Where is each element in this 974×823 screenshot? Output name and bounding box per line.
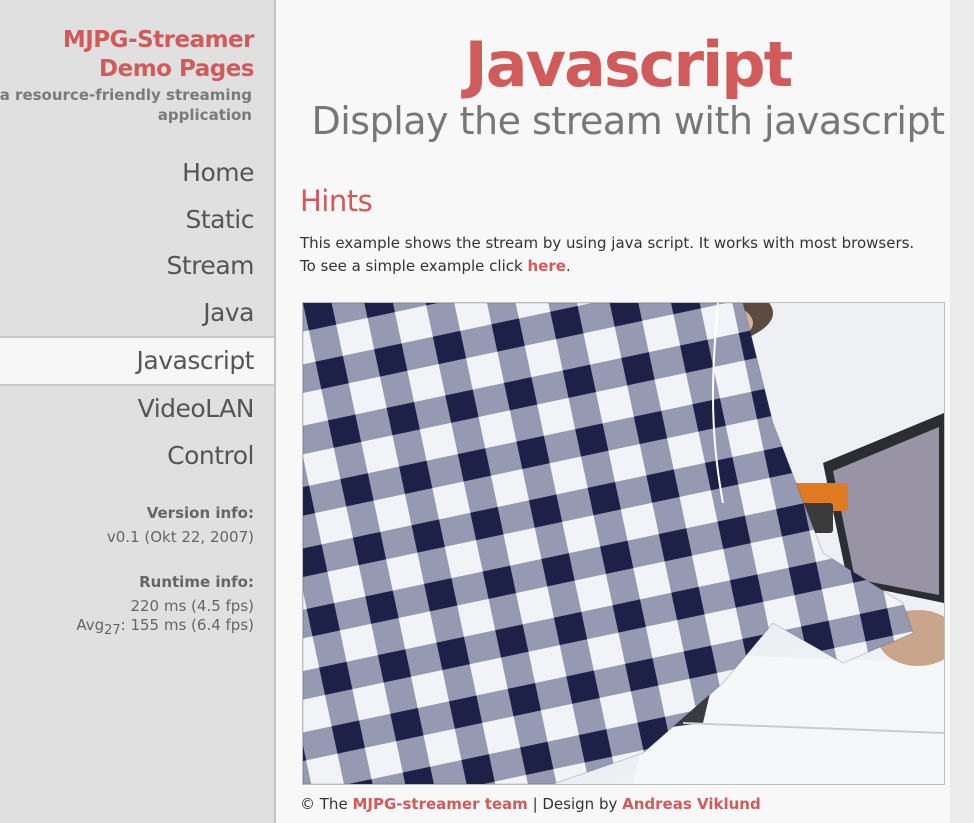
footer-separator: | Design by (527, 795, 623, 813)
runtime-info: Runtime info: 220 ms (4.5 fps) Avg27: 15… (76, 573, 254, 640)
nav-item-java[interactable]: Java (0, 290, 274, 337)
avg-label: Avg (76, 616, 105, 634)
brand-title-line2[interactable]: Demo Pages (63, 55, 254, 84)
page-title: Javascript (464, 28, 794, 101)
designer-link[interactable]: Andreas Viklund (622, 795, 761, 813)
brand-title[interactable]: MJPG-Streamer Demo Pages (63, 26, 255, 84)
hint-line-2: To see a simple example click here. (300, 255, 950, 278)
version-info-value: v0.1 (Okt 22, 2007) (106, 528, 254, 546)
nav-item-control[interactable]: Control (0, 433, 274, 480)
version-info: Version info: v0.1 (Okt 22, 2007) (107, 504, 254, 547)
hints-paragraph: This example shows the stream by using j… (300, 232, 950, 278)
avg-value: : 155 ms (6.4 fps) (120, 616, 254, 634)
page: MJPG-Streamer Demo Pages a resource-frie… (0, 0, 974, 823)
hints-heading: Hints (300, 184, 373, 218)
hint-line-1: This example shows the stream by using j… (300, 234, 915, 252)
page-subtitle: Display the stream with javascript (311, 99, 945, 143)
main-content: Javascript Display the stream with javas… (276, 0, 950, 823)
footer-copyright: © The (300, 795, 353, 813)
hint-line-2-suffix: . (565, 257, 571, 275)
nav-item-videolan[interactable]: VideoLAN (0, 386, 274, 433)
brand-tagline: a resource-friendly streaming applicatio… (0, 86, 252, 124)
footer: © The MJPG-streamer team | Design by And… (300, 795, 761, 813)
webcam-stream-image (302, 302, 945, 785)
brand-title-line1[interactable]: MJPG-Streamer (63, 26, 255, 55)
sidebar: MJPG-Streamer Demo Pages a resource-frie… (0, 0, 276, 823)
avg-count: 27 (104, 623, 121, 638)
runtime-info-current: 220 ms (4.5 fps) (130, 597, 254, 615)
runtime-info-average: Avg27: 155 ms (6.4 fps) (76, 616, 254, 640)
nav-item-stream[interactable]: Stream (0, 243, 274, 290)
nav-item-static[interactable]: Static (0, 197, 274, 244)
right-margin (950, 0, 974, 823)
nav-item-javascript[interactable]: Javascript (0, 336, 274, 386)
runtime-info-heading: Runtime info: (139, 573, 254, 591)
simple-example-link[interactable]: here (527, 257, 565, 275)
team-link[interactable]: MJPG-streamer team (352, 795, 527, 813)
version-info-heading: Version info: (146, 504, 254, 522)
hint-line-2-prefix: To see a simple example click (300, 257, 528, 275)
main-nav: Home Static Stream Java Javascript Video… (0, 150, 274, 479)
nav-item-home[interactable]: Home (0, 150, 274, 197)
